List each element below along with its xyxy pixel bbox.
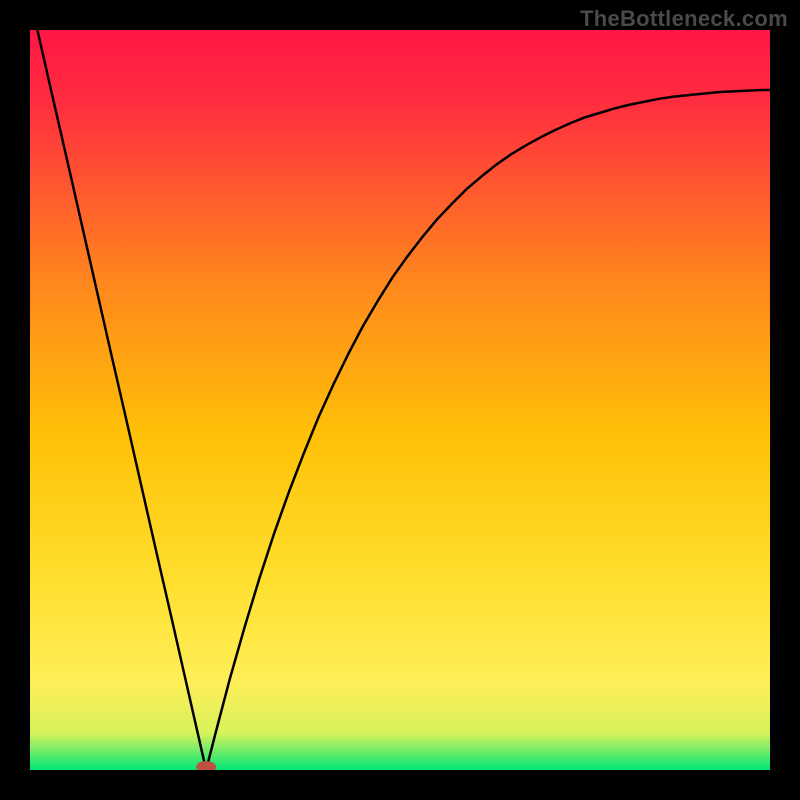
chart-svg (30, 30, 770, 770)
gradient-background (30, 30, 770, 770)
plot-area (30, 30, 770, 770)
chart-frame: TheBottleneck.com (0, 0, 800, 800)
watermark-text: TheBottleneck.com (580, 6, 788, 32)
